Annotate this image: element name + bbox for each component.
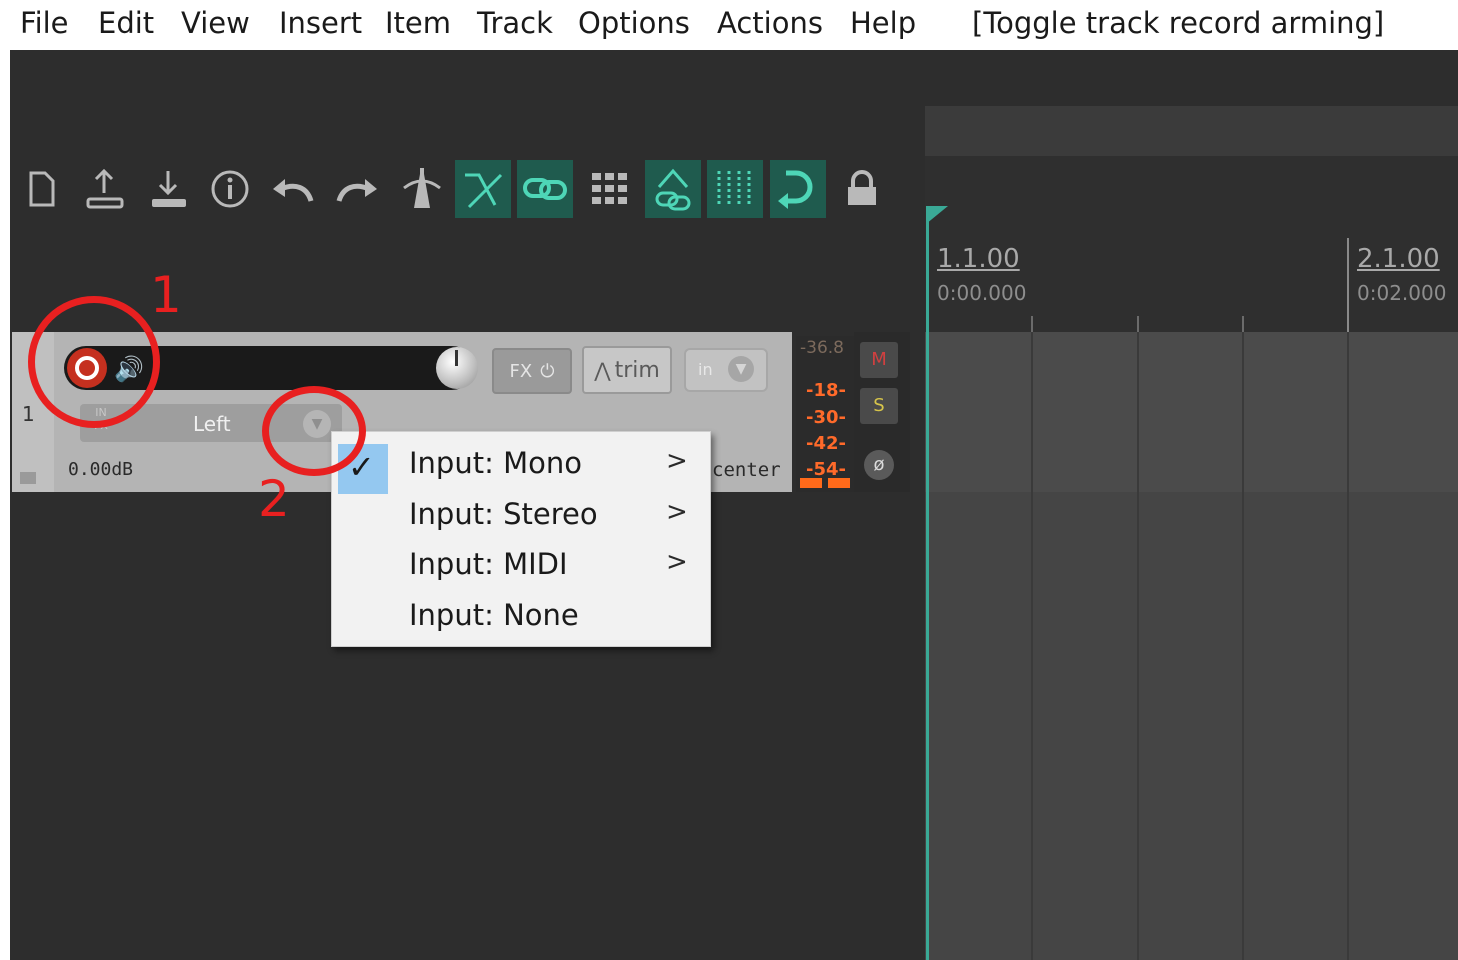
empty-arrange-area[interactable] <box>925 492 1458 960</box>
input-context-menu: ✓ Input: Mono > Input: Stereo > Input: M… <box>331 431 711 647</box>
ruler-bar-label: 1.1.00 <box>937 244 1020 274</box>
grid-line <box>1031 332 1033 960</box>
snap-grid-icon[interactable] <box>707 160 763 218</box>
new-project-icon[interactable] <box>14 160 70 218</box>
undo-icon[interactable] <box>264 160 320 218</box>
envelope-lock-icon[interactable] <box>645 160 701 218</box>
grid-line <box>1347 332 1349 960</box>
track-number: 1 <box>22 402 35 426</box>
phase-invert-button[interactable]: ø <box>864 450 894 480</box>
menu-insert[interactable]: Insert <box>279 6 362 40</box>
metronome-icon[interactable] <box>394 160 450 218</box>
annotation-circle-1 <box>28 296 160 428</box>
chevron-right-icon: > <box>666 497 688 527</box>
menu-actions[interactable]: Actions <box>717 6 823 40</box>
meter-tick-label: -18- <box>806 380 846 401</box>
ruler-tick <box>1031 316 1033 332</box>
menu-item-label: Input: Mono <box>409 446 582 480</box>
pan-readout: center <box>712 459 781 481</box>
meter-tick-label: -54- <box>806 459 846 480</box>
grid-line <box>1242 332 1244 960</box>
menu-item-label: Input: None <box>409 598 579 632</box>
open-project-icon[interactable] <box>76 160 132 218</box>
ruler-bar-line <box>1347 238 1349 332</box>
envelope-trim-button[interactable]: ⋀ trim <box>582 346 672 394</box>
meter-tick-label: -30- <box>806 407 846 428</box>
menu-track[interactable]: Track <box>477 6 553 40</box>
arrange-top <box>925 50 1458 106</box>
ruler-time-label: 0:00.000 <box>937 281 1027 305</box>
project-info-icon[interactable] <box>202 160 258 218</box>
meter-tick-label: -42- <box>806 433 846 454</box>
menu-file[interactable]: File <box>20 6 69 40</box>
fx-bypass-icon: ⏻ <box>540 360 555 382</box>
ruler-tick <box>1137 316 1139 332</box>
menu-item-input-stereo[interactable]: Input: Stereo > <box>332 491 710 539</box>
fx-button[interactable]: FX ⏻ <box>492 348 572 394</box>
trim-label: trim <box>614 357 660 383</box>
track-lane[interactable] <box>925 332 1458 492</box>
menu-item-input-none[interactable]: Input: None <box>332 592 710 640</box>
menu-help[interactable]: Help <box>850 6 916 40</box>
menu-item-label: Input: Stereo <box>409 497 598 531</box>
menu-view[interactable]: View <box>181 6 250 40</box>
input-monitor-button[interactable]: in ▼ <box>684 348 768 392</box>
ruler-time-label: 0:02.000 <box>1357 281 1447 305</box>
menu-item-input-mono[interactable]: ✓ Input: Mono > <box>332 440 710 494</box>
save-project-icon[interactable] <box>140 160 196 218</box>
menu-options[interactable]: Options <box>578 6 690 40</box>
menu-item[interactable]: Item <box>385 6 451 40</box>
meter-bar-right <box>828 478 850 488</box>
last-action-text: [Toggle track record arming] <box>972 6 1385 40</box>
folder-icon[interactable] <box>20 472 36 484</box>
grid-dots-icon[interactable] <box>582 160 638 218</box>
envelope-icon: ⋀ <box>594 358 611 382</box>
item-grouping-icon[interactable] <box>517 160 573 218</box>
ruler-bar-label: 2.1.00 <box>1357 244 1440 274</box>
edit-cursor[interactable] <box>926 206 929 960</box>
chevron-down-icon: ▼ <box>728 356 754 382</box>
chevron-right-icon: > <box>666 547 688 577</box>
lock-icon[interactable] <box>834 160 890 218</box>
mute-button[interactable]: M <box>860 342 898 378</box>
ripple-edit-icon[interactable] <box>770 160 826 218</box>
edit-cursor-flag[interactable] <box>926 206 948 224</box>
redo-icon[interactable] <box>330 160 386 218</box>
annotation-circle-2 <box>262 386 366 476</box>
ruler-tick <box>1242 316 1244 332</box>
menu-item-label: Input: MIDI <box>409 547 568 581</box>
solo-button[interactable]: S <box>860 388 898 424</box>
record-input-label: Left <box>193 412 231 436</box>
menu-bar: File Edit View Insert Item Track Options… <box>0 0 1458 50</box>
fx-label: FX <box>509 360 533 382</box>
window-edge <box>0 50 10 960</box>
auto-crossfade-icon[interactable] <box>455 160 511 218</box>
menu-item-input-midi[interactable]: Input: MIDI > <box>332 541 710 589</box>
region-lane[interactable] <box>925 106 1458 156</box>
meter-bar-left <box>800 478 822 488</box>
annotation-number-2: 2 <box>258 470 290 528</box>
annotation-number-1: 1 <box>150 266 182 324</box>
chevron-right-icon: > <box>666 446 688 476</box>
menu-edit[interactable]: Edit <box>98 6 154 40</box>
grid-line <box>1137 332 1139 960</box>
meter-peak-readout: -36.8 <box>800 338 844 358</box>
volume-readout: 0.00dB <box>68 459 134 480</box>
volume-knob-indicator <box>455 350 458 366</box>
in-label: in <box>698 360 713 379</box>
